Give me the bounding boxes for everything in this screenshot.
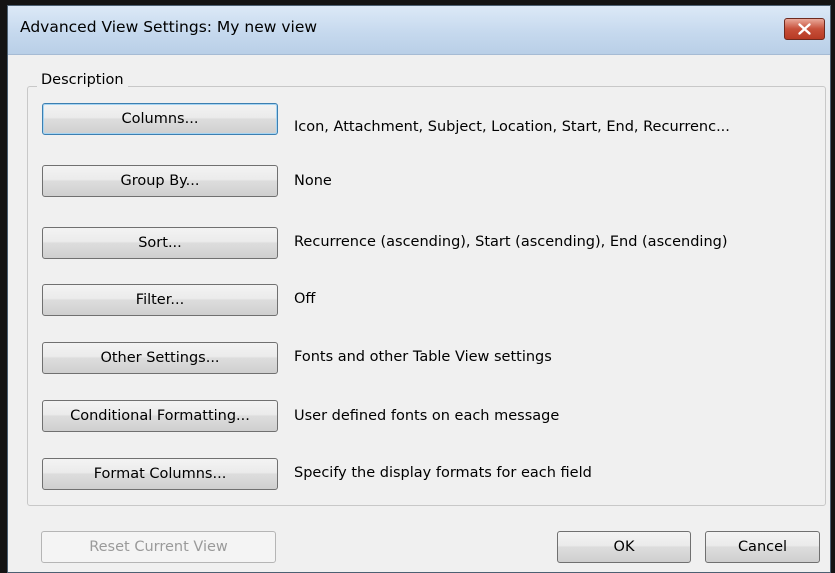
sort-description: Recurrence (ascending), Start (ascending… [294, 234, 728, 250]
screen-border-left [0, 5, 7, 573]
format-columns-button[interactable]: Format Columns... [42, 458, 278, 490]
group-by-button[interactable]: Group By... [42, 165, 278, 197]
format-columns-description: Specify the display formats for each fie… [294, 465, 592, 481]
title-bar: Advanced View Settings: My new view [8, 6, 830, 55]
filter-description: Off [294, 291, 316, 307]
other-settings-description: Fonts and other Table View settings [294, 349, 552, 365]
conditional-formatting-button[interactable]: Conditional Formatting... [42, 400, 278, 432]
filter-button[interactable]: Filter... [42, 284, 278, 316]
conditional-formatting-description: User defined fonts on each message [294, 408, 560, 424]
columns-description: Icon, Attachment, Subject, Location, Sta… [294, 119, 730, 135]
advanced-view-settings-dialog: Advanced View Settings: My new view Desc… [7, 5, 831, 573]
window-title: Advanced View Settings: My new view [20, 18, 318, 36]
close-button[interactable] [784, 18, 825, 40]
close-icon [798, 23, 811, 35]
description-legend: Description [37, 72, 128, 88]
ok-button[interactable]: OK [557, 531, 691, 563]
screen-border-right [831, 5, 835, 573]
reset-current-view-button[interactable]: Reset Current View [41, 531, 276, 563]
columns-button[interactable]: Columns... [42, 103, 278, 135]
other-settings-button[interactable]: Other Settings... [42, 342, 278, 374]
sort-button[interactable]: Sort... [42, 227, 278, 259]
cancel-button[interactable]: Cancel [705, 531, 820, 563]
group-by-description: None [294, 173, 332, 189]
